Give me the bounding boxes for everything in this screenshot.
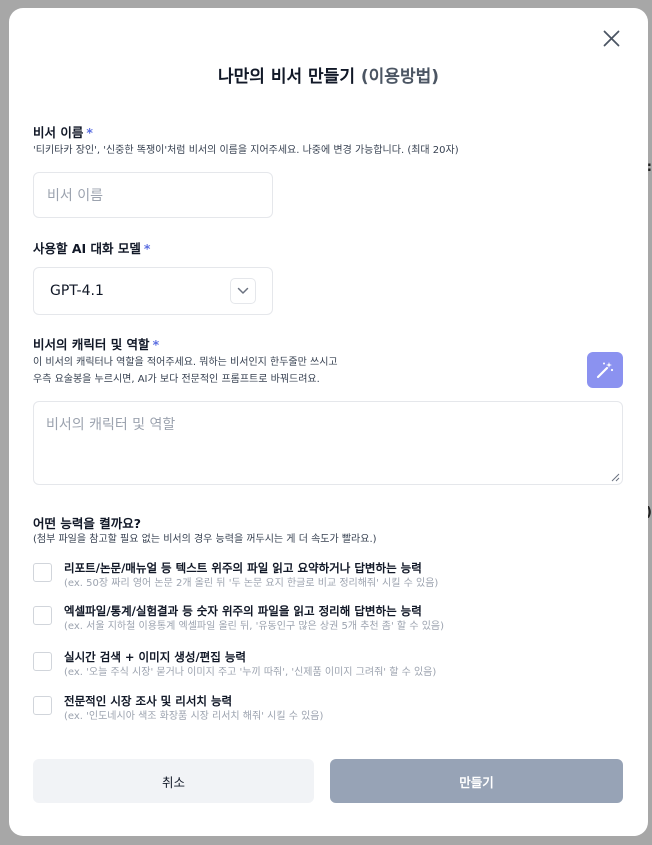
model-label-text: 사용할 AI 대화 모델 <box>33 241 141 256</box>
capability-checkbox[interactable] <box>33 696 52 715</box>
how-to-use-link[interactable]: (이용방법) <box>361 67 439 87</box>
capability-option[interactable]: 리포트/논문/매뉴얼 등 텍스트 위주의 파일 읽고 요약하거나 답변하는 능력… <box>33 560 438 592</box>
model-selected-value: GPT-4.1 <box>50 283 104 299</box>
required-mark: * <box>143 241 151 256</box>
assistant-name-placeholder: 비서 이름 <box>47 188 103 204</box>
capabilities-subheading: (첨부 파일을 참고할 필요 없는 비서의 경우 능력을 꺼두시는 게 더 속도… <box>33 534 377 545</box>
required-mark: * <box>86 125 93 140</box>
capability-example: (ex. '오늘 주식 시장' 묻거나 이미지 주고 '누끼 따줘', '신제품… <box>64 667 437 678</box>
capability-option[interactable]: 실시간 검색 + 이미지 생성/편집 능력 (ex. '오늘 주식 시장' 묻거… <box>33 649 436 681</box>
character-label: 비서의 캐릭터 및 역할 * <box>33 334 159 353</box>
capability-example: (ex. 50장 짜리 영어 논문 2개 올린 뒤 '두 논문 요지 한글로 비… <box>64 578 439 589</box>
model-dropdown-toggle[interactable] <box>230 278 256 304</box>
capability-label: 실시간 검색 + 이미지 생성/편집 능력 <box>64 650 246 664</box>
capability-checkbox[interactable] <box>33 563 52 582</box>
assistant-name-label: 비서 이름 * <box>33 122 93 141</box>
close-icon <box>603 30 619 46</box>
capability-checkbox[interactable] <box>33 652 52 671</box>
required-mark: * <box>152 337 160 352</box>
create-button[interactable]: 만들기 <box>330 759 623 803</box>
character-hint-line2: 우측 요술봉을 누르시면, AI가 보다 전문적인 프롬프트로 바꿔드려요. <box>33 374 320 385</box>
character-hint-line1: 이 비서의 캐릭터나 역할을 적어주세요. 뭐하는 비서인지 한두줄만 쓰시고 <box>33 357 338 368</box>
assistant-name-input[interactable]: 비서 이름 <box>33 172 273 218</box>
capability-example: (ex. 서울 지하철 이용통계 엑셀파일 올린 뒤, '유동인구 많은 상권 … <box>64 621 444 632</box>
cancel-button[interactable]: 취소 <box>33 759 314 803</box>
model-label: 사용할 AI 대화 모델 * <box>33 238 150 257</box>
close-button[interactable] <box>598 25 624 51</box>
dialog-title-text: 나만의 비서 만들기 <box>218 67 355 87</box>
capability-label: 전문적인 시장 조사 및 리서치 능력 <box>64 694 233 708</box>
assistant-name-label-text: 비서 이름 <box>33 125 84 140</box>
capability-checkbox[interactable] <box>33 606 52 625</box>
capability-label: 리포트/논문/매뉴얼 등 텍스트 위주의 파일 읽고 요약하거나 답변하는 능력 <box>64 561 422 575</box>
capability-option[interactable]: 엑셀파일/통계/실험결과 등 숫자 위주의 파일을 읽고 정리해 답변하는 능력… <box>33 603 444 635</box>
capability-example: (ex. '인도네시아 색조 화장품 시장 리서치 해줘' 시킬 수 있음) <box>64 711 324 722</box>
character-placeholder: 비서의 캐릭터 및 역할 <box>46 417 176 433</box>
character-label-text: 비서의 캐릭터 및 역할 <box>33 337 150 352</box>
magic-wand-icon <box>596 362 614 379</box>
magic-wand-button[interactable] <box>587 352 623 388</box>
capability-option[interactable]: 전문적인 시장 조사 및 리서치 능력 (ex. '인도네시아 색조 화장품 시… <box>33 693 323 725</box>
resize-handle-icon[interactable] <box>611 473 620 482</box>
dialog-title: 나만의 비서 만들기 (이용방법) <box>9 62 648 87</box>
create-assistant-dialog: 나만의 비서 만들기 (이용방법) 비서 이름 * '티키타카 장인', '신중한… <box>9 8 648 836</box>
chevron-down-icon <box>237 287 249 294</box>
model-select[interactable]: GPT-4.1 <box>33 267 273 315</box>
capability-label: 엑셀파일/통계/실험결과 등 숫자 위주의 파일을 읽고 정리해 답변하는 능력 <box>64 604 422 618</box>
capabilities-heading: 어떤 능력을 켤까요? <box>33 516 141 531</box>
character-textarea[interactable]: 비서의 캐릭터 및 역할 <box>33 401 623 485</box>
assistant-name-hint: '티키타카 장인', '신중한 똑쟁이'처럼 비서의 이름을 지어주세요. 나중… <box>33 145 459 156</box>
